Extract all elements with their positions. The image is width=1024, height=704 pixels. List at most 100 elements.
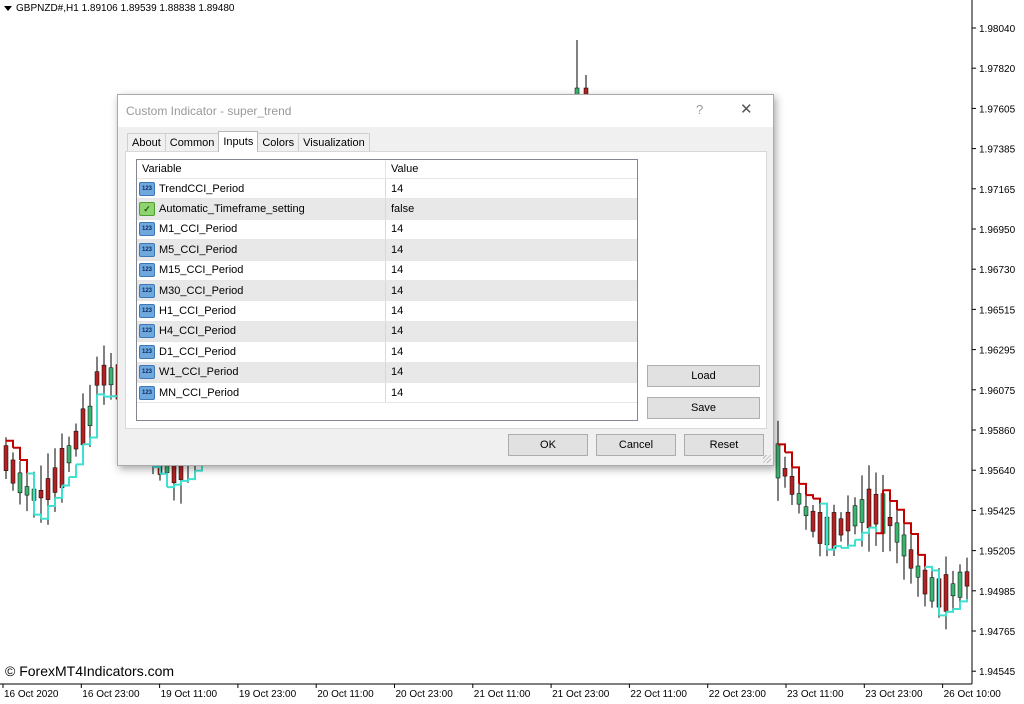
chart-symbol-info: GBPNZD#,H1 1.89106 1.89539 1.88838 1.894… xyxy=(4,3,235,14)
input-row[interactable]: 123 M30_CCI_Period 14 xyxy=(137,280,637,302)
help-icon[interactable]: ? xyxy=(696,102,703,117)
super-trend-line-segment xyxy=(69,464,77,479)
input-value[interactable]: 14 xyxy=(386,281,403,300)
save-button[interactable]: Save xyxy=(647,397,760,419)
input-row[interactable]: 123 H4_CCI_Period 14 xyxy=(137,321,637,343)
super-trend-line-segment xyxy=(13,446,21,461)
input-value[interactable]: 14 xyxy=(386,179,403,198)
price-label: 1.97385 xyxy=(979,145,1016,156)
price-label: 1.95860 xyxy=(979,426,1016,437)
input-variable-name: W1_CCI_Period xyxy=(159,366,239,379)
super-trend-line-segment xyxy=(953,601,961,610)
tab-about[interactable]: About xyxy=(127,133,166,152)
price-label: 1.96950 xyxy=(979,225,1016,236)
int-icon: 123 xyxy=(139,304,155,319)
input-row[interactable]: 123 W1_CCI_Period 14 xyxy=(137,362,637,383)
super-trend-line-segment xyxy=(97,393,105,397)
int-icon: 123 xyxy=(139,365,155,380)
int-icon: 123 xyxy=(139,181,155,196)
input-value[interactable]: 14 xyxy=(386,301,403,320)
price-label: 1.98040 xyxy=(979,24,1016,35)
candle-body xyxy=(964,571,970,587)
super-trend-line-segment xyxy=(869,526,877,534)
candle-body xyxy=(24,486,30,496)
super-trend-line-segment xyxy=(890,499,898,510)
input-value[interactable]: 14 xyxy=(386,342,403,361)
input-value[interactable]: 14 xyxy=(386,220,403,239)
time-label: 21 Oct 23:00 xyxy=(552,689,610,700)
cancel-button[interactable]: Cancel xyxy=(596,434,676,456)
price-label: 1.95205 xyxy=(979,547,1016,558)
column-header-value[interactable]: Value xyxy=(386,160,418,178)
input-row[interactable]: 123 M1_CCI_Period 14 xyxy=(137,219,637,241)
input-variable-name: H4_CCI_Period xyxy=(159,325,237,338)
candle-body xyxy=(845,511,851,532)
time-label: 23 Oct 11:00 xyxy=(787,689,844,700)
time-label: 16 Oct 23:00 xyxy=(82,689,140,700)
candle-body xyxy=(873,493,879,525)
super-trend-line-segment xyxy=(960,598,968,603)
close-icon[interactable]: ✕ xyxy=(740,100,753,118)
input-row[interactable]: 123 MN_CCI_Period 14 xyxy=(137,382,637,404)
time-label: 16 Oct 2020 xyxy=(4,689,59,700)
load-button[interactable]: Load xyxy=(647,365,760,387)
input-variable-name: M1_CCI_Period xyxy=(159,223,238,236)
int-icon: 123 xyxy=(139,263,155,278)
time-label: 22 Oct 11:00 xyxy=(630,689,687,700)
input-row[interactable]: 123 M15_CCI_Period 14 xyxy=(137,260,637,281)
candle-body xyxy=(957,571,963,598)
dialog-titlebar[interactable]: Custom Indicator - super_trend ? ✕ xyxy=(118,95,773,127)
time-label: 20 Oct 11:00 xyxy=(317,689,374,700)
input-value[interactable]: 14 xyxy=(386,363,403,382)
dropdown-triangle-icon[interactable] xyxy=(4,6,12,11)
input-variable-name: MN_CCI_Period xyxy=(159,386,240,399)
candle-body xyxy=(915,565,921,578)
super-trend-line-segment xyxy=(41,505,49,520)
input-variable-name: H1_CCI_Period xyxy=(159,305,237,318)
super-trend-line-segment xyxy=(918,553,926,567)
candle-body xyxy=(929,577,935,602)
input-row[interactable]: 123 H1_CCI_Period 14 xyxy=(137,301,637,322)
candle-body xyxy=(817,512,823,544)
input-row[interactable]: ✓ Automatic_Timeframe_setting false xyxy=(137,199,637,220)
input-value[interactable]: 14 xyxy=(386,322,403,341)
super-trend-line-segment xyxy=(841,545,849,549)
tab-inputs[interactable]: Inputs xyxy=(218,131,259,152)
super-trend-line-segment xyxy=(188,470,196,481)
candle-body xyxy=(789,476,795,495)
tab-common[interactable]: Common xyxy=(164,133,220,152)
input-row[interactable]: 123 M5_CCI_Period 14 xyxy=(137,240,637,261)
input-value[interactable]: false xyxy=(386,199,414,218)
input-variable-name: M15_CCI_Period xyxy=(159,264,244,277)
input-variable-name: Automatic_Timeframe_setting xyxy=(159,203,305,216)
input-row[interactable]: 123 D1_CCI_Period 14 xyxy=(137,342,637,363)
int-icon: 123 xyxy=(139,385,155,400)
input-value[interactable]: 14 xyxy=(386,383,403,402)
inputs-panel: Variable Value 123 TrendCCI_Period 14 ✓ Au… xyxy=(125,151,767,429)
resize-grip-icon[interactable] xyxy=(763,455,771,463)
tab-colors[interactable]: Colors xyxy=(257,133,300,152)
price-label: 1.97605 xyxy=(979,104,1016,115)
reset-button[interactable]: Reset xyxy=(684,434,764,456)
candle-body xyxy=(908,549,914,569)
input-variable-name: M30_CCI_Period xyxy=(159,284,244,297)
candle-body xyxy=(87,405,93,427)
super-trend-line-segment xyxy=(813,497,821,504)
price-label: 1.94985 xyxy=(979,587,1016,598)
ok-button[interactable]: OK xyxy=(508,434,588,456)
column-header-variable[interactable]: Variable xyxy=(137,160,386,178)
candle-body xyxy=(796,493,802,505)
price-label: 1.96730 xyxy=(979,265,1016,276)
price-label: 1.96295 xyxy=(979,346,1016,357)
super-trend-line-segment xyxy=(785,451,793,468)
input-value[interactable]: 14 xyxy=(386,261,403,280)
int-icon: 123 xyxy=(139,222,155,237)
input-row[interactable]: 123 TrendCCI_Period 14 xyxy=(137,179,637,200)
candle-body xyxy=(101,364,107,386)
price-label: 1.95425 xyxy=(979,506,1016,517)
input-value[interactable]: 14 xyxy=(386,240,403,259)
super-trend-line-segment xyxy=(848,539,856,547)
tab-visualization[interactable]: Visualization xyxy=(298,133,370,152)
time-label: 23 Oct 23:00 xyxy=(865,689,923,700)
super-trend-line-segment xyxy=(34,513,42,519)
